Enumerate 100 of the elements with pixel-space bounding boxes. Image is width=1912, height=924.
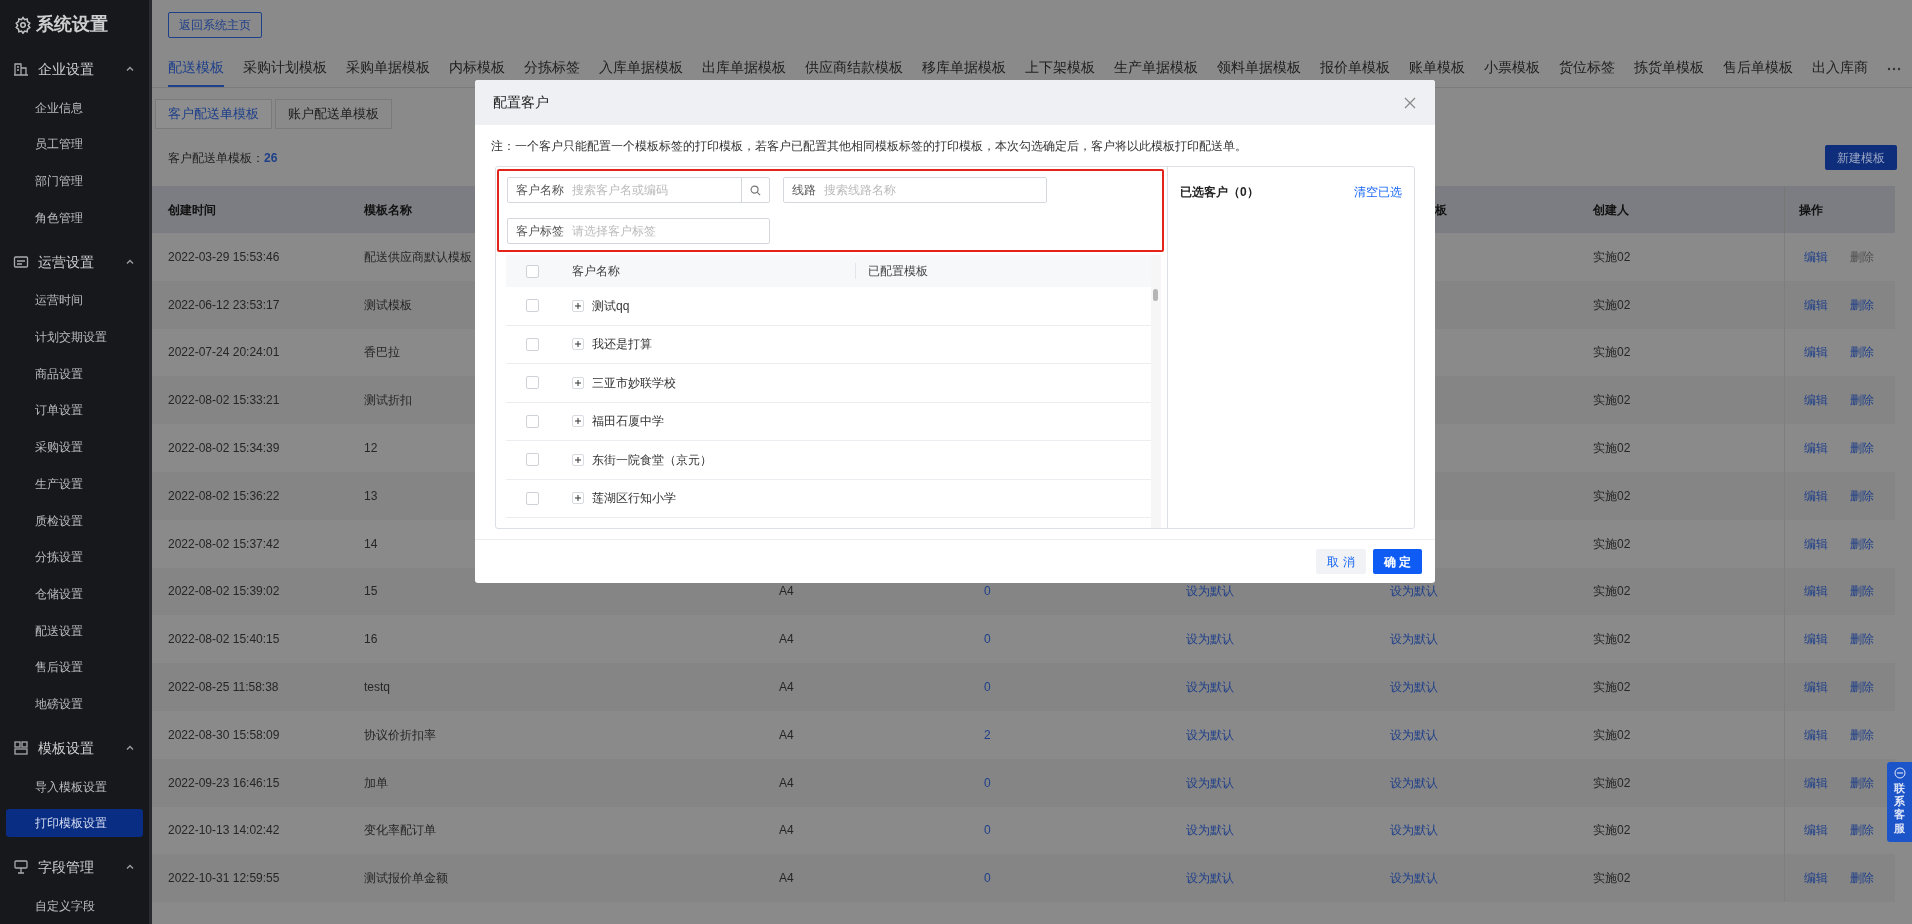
delete-link[interactable]: 删除 [1850, 725, 1874, 744]
set-default-link[interactable]: 设为默认 [1390, 680, 1438, 695]
checkbox[interactable] [526, 414, 539, 428]
edit-link[interactable]: 编辑 [1804, 247, 1828, 266]
delete-link[interactable]: 删除 [1850, 534, 1874, 553]
delete-link[interactable]: 删除 [1850, 630, 1874, 649]
edit-link[interactable]: 编辑 [1804, 582, 1828, 601]
tab[interactable]: 采购计划模板 [243, 50, 327, 87]
search-field[interactable]: 线路 搜索线路名称 [783, 177, 1047, 203]
delete-link[interactable]: 删除 [1850, 869, 1874, 888]
sidebar-item[interactable]: 商品设置 [6, 359, 143, 388]
edit-link[interactable]: 编辑 [1804, 295, 1828, 314]
checkbox[interactable] [526, 299, 539, 313]
sidebar-item[interactable]: 运营时间 [6, 286, 143, 315]
sidebar-group-label[interactable]: 模板设置 [38, 737, 116, 759]
sidebar-item[interactable]: 地磅设置 [6, 690, 143, 719]
delete-link[interactable]: 删除 [1850, 773, 1874, 792]
edit-link[interactable]: 编辑 [1804, 725, 1828, 744]
set-default-link[interactable]: 设为默认 [1186, 680, 1234, 695]
set-default-link[interactable]: 设为默认 [1186, 727, 1234, 742]
set-default-link[interactable]: 设为默认 [1186, 871, 1234, 886]
set-default-link[interactable]: 设为默认 [1186, 775, 1234, 790]
confirm-button[interactable]: 确 定 [1372, 549, 1422, 574]
sidebar-item[interactable]: 订单设置 [6, 396, 143, 425]
expand-icon[interactable] [572, 299, 584, 312]
clear-link[interactable]: 清空已选 [1354, 183, 1402, 201]
tab[interactable]: 采购单据模板 [346, 50, 430, 87]
delete-link[interactable]: 删除 [1850, 486, 1874, 505]
set-default-link[interactable]: 设为默认 [1186, 632, 1234, 647]
edit-link[interactable]: 编辑 [1804, 821, 1828, 840]
edit-link[interactable]: 编辑 [1804, 869, 1828, 888]
set-default-link[interactable]: 设为默认 [1390, 727, 1438, 742]
cancel-button[interactable]: 取 消 [1316, 549, 1366, 574]
sidebar-group-label[interactable]: 字段管理 [38, 856, 116, 878]
sidebar-item[interactable]: 售后设置 [6, 653, 143, 682]
edit-link[interactable]: 编辑 [1804, 534, 1828, 553]
edit-link[interactable]: 编辑 [1804, 678, 1828, 697]
delete-link[interactable]: 删除 [1850, 391, 1874, 410]
set-default-link[interactable]: 设为默认 [1390, 823, 1438, 838]
edit-link[interactable]: 编辑 [1804, 630, 1828, 649]
tab[interactable]: 拣货单模板 [1634, 50, 1704, 87]
sub-tab[interactable]: 账户配送单模板 [275, 99, 392, 129]
set-default-link[interactable]: 设为默认 [1390, 775, 1438, 790]
set-default-link[interactable]: 设为默认 [1390, 871, 1438, 886]
checkbox[interactable] [526, 491, 539, 505]
delete-link[interactable]: 删除 [1850, 343, 1874, 362]
set-default-link[interactable]: 设为默认 [1186, 584, 1234, 599]
edit-link[interactable]: 编辑 [1804, 439, 1828, 458]
delete-link[interactable]: 删除 [1850, 582, 1874, 601]
edit-link[interactable]: 编辑 [1804, 486, 1828, 505]
sidebar-item[interactable]: 采购设置 [6, 433, 143, 462]
sidebar-item[interactable]: 生产设置 [6, 469, 143, 498]
checkbox[interactable] [526, 337, 539, 351]
sidebar-item[interactable]: 企业信息 [6, 93, 143, 122]
input-field[interactable]: 请选择客户标签 [572, 219, 769, 243]
delete-link[interactable]: 删除 [1850, 295, 1874, 314]
set-default-link[interactable]: 设为默认 [1390, 632, 1438, 647]
sub-tab[interactable]: 客户配送单模板 [155, 99, 272, 129]
sidebar-item[interactable]: 部门管理 [6, 167, 143, 196]
sidebar-item[interactable]: 打印模板设置 [6, 809, 143, 838]
input-field[interactable]: 搜索客户名或编码 [572, 178, 741, 202]
sidebar-item[interactable]: 计划交期设置 [6, 322, 143, 351]
search-field[interactable]: 客户名称 搜索客户名或编码 [507, 177, 770, 203]
edit-link[interactable]: 编辑 [1804, 391, 1828, 410]
tab[interactable]: 出入库商 [1812, 50, 1868, 87]
close-button[interactable] [1403, 95, 1417, 110]
expand-icon[interactable] [572, 338, 584, 351]
delete-link[interactable]: 删除 [1850, 678, 1874, 697]
select-field[interactable]: 客户标签 请选择客户标签 [507, 218, 770, 244]
tab[interactable]: 售后单模板 [1723, 50, 1793, 87]
set-default-link[interactable]: 设为默认 [1186, 823, 1234, 838]
delete-link[interactable]: 删除 [1850, 821, 1874, 840]
sidebar-item[interactable]: 员工管理 [6, 130, 143, 159]
scrollbar-thumb[interactable] [1153, 289, 1158, 301]
back-button[interactable]: 返回系统主页 [168, 12, 262, 38]
sidebar-item[interactable]: 角色管理 [6, 203, 143, 232]
expand-icon[interactable] [572, 492, 584, 505]
checkbox[interactable] [526, 453, 539, 467]
set-default-link[interactable]: 设为默认 [1390, 584, 1438, 599]
checkbox[interactable] [526, 264, 539, 278]
sidebar-item[interactable]: 自定义字段 [6, 891, 143, 920]
sidebar-group-label[interactable]: 企业设置 [38, 58, 116, 80]
sidebar-item[interactable]: 仓储设置 [6, 579, 143, 608]
expand-icon[interactable] [572, 415, 584, 428]
delete-link[interactable]: 删除 [1850, 439, 1874, 458]
sidebar-item[interactable]: 质检设置 [6, 506, 143, 535]
expand-icon[interactable] [572, 376, 584, 389]
sidebar-item[interactable]: 导入模板设置 [6, 772, 143, 801]
sidebar-item[interactable]: 配送设置 [6, 616, 143, 645]
sidebar-item[interactable]: 分拣设置 [6, 543, 143, 572]
tab[interactable]: 配送模板 [168, 50, 224, 87]
new-template-button[interactable]: 新建模板 [1825, 145, 1897, 170]
edit-link[interactable]: 编辑 [1804, 343, 1828, 362]
tab[interactable]: 货位标签 [1559, 50, 1615, 87]
edit-link[interactable]: 编辑 [1804, 773, 1828, 792]
sidebar-group-label[interactable]: 运营设置 [38, 251, 116, 273]
tab[interactable]: 小票模板 [1484, 50, 1540, 87]
contact-support-button[interactable]: 联系客服 [1887, 762, 1912, 842]
checkbox[interactable] [526, 376, 539, 390]
input-field[interactable]: 搜索线路名称 [824, 178, 1046, 202]
